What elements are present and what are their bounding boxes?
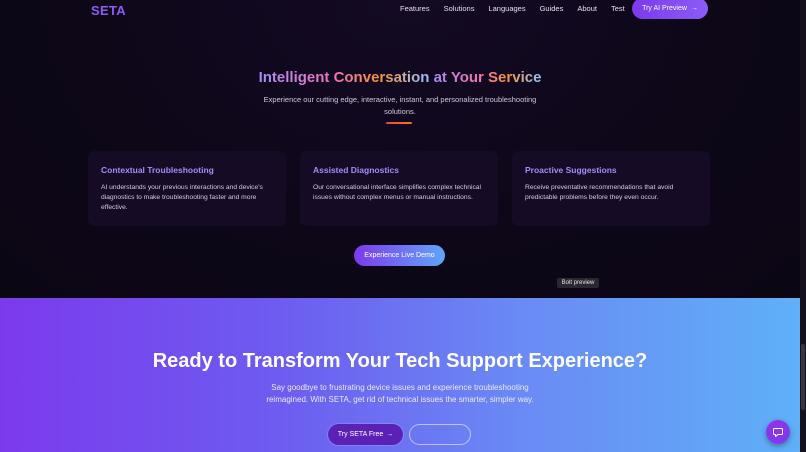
- cta-subtitle: Say goodbye to frustrating device issues…: [266, 383, 534, 404]
- experience-live-demo-button[interactable]: Experience Live Demo: [354, 245, 445, 266]
- hero-title-rest: at Your Service: [429, 69, 542, 86]
- bolt-preview-badge[interactable]: Bolt preview: [557, 278, 599, 288]
- arrow-right-icon: →: [386, 431, 394, 438]
- feature-card-description: Receive preventative recommendations tha…: [525, 184, 674, 201]
- try-ai-preview-button[interactable]: Try AI Preview →: [632, 0, 708, 19]
- hero-title: Intelligent Conversation at Your Service: [0, 69, 800, 86]
- nav-link-solutions[interactable]: Solutions: [444, 4, 475, 13]
- top-nav: SETA Features Solutions Languages Guides…: [0, 0, 806, 19]
- nav-link-guides[interactable]: Guides: [540, 4, 564, 13]
- feature-card: Assisted Diagnostics Our conversational …: [300, 151, 498, 226]
- nav-links: Features Solutions Languages Guides Abou…: [400, 4, 639, 13]
- try-seta-free-label: Try SETA Free: [337, 431, 384, 438]
- try-seta-free-button[interactable]: Try SETA Free →: [328, 424, 403, 445]
- nav-link-test[interactable]: Test: [611, 4, 625, 13]
- feature-card: Contextual Troubleshooting AI understand…: [88, 151, 286, 226]
- hero-subtitle: Experience our cutting edge, interactive…: [263, 95, 537, 116]
- page: SETA Features Solutions Languages Guides…: [0, 0, 806, 452]
- arrow-right-icon: →: [690, 5, 698, 12]
- feature-card-title: Proactive Suggestions: [525, 165, 617, 175]
- feature-card-title: Contextual Troubleshooting: [101, 165, 214, 175]
- hero-divider: [386, 122, 412, 124]
- feature-card-description: Our conversational interface simplifies …: [313, 184, 482, 201]
- chat-button[interactable]: [766, 420, 790, 444]
- nav-link-features[interactable]: Features: [400, 4, 430, 13]
- feature-card-title: Assisted Diagnostics: [313, 165, 399, 175]
- secondary-cta-button[interactable]: [409, 424, 471, 445]
- cta-section: Ready to Transform Your Tech Support Exp…: [0, 298, 800, 452]
- chat-bubble-icon: [773, 428, 783, 437]
- feature-card-description: AI understands your previous interaction…: [101, 184, 263, 211]
- try-ai-preview-label: Try AI Preview: [642, 5, 687, 12]
- cta-title: Ready to Transform Your Tech Support Exp…: [152, 350, 648, 372]
- nav-link-languages[interactable]: Languages: [488, 4, 525, 13]
- scrollbar-thumb[interactable]: [801, 344, 805, 410]
- logo[interactable]: SETA: [91, 3, 126, 18]
- hero-title-highlight: Intelligent Conversation: [258, 69, 430, 86]
- feature-card: Proactive Suggestions Receive preventati…: [512, 151, 710, 226]
- nav-link-about[interactable]: About: [577, 4, 597, 13]
